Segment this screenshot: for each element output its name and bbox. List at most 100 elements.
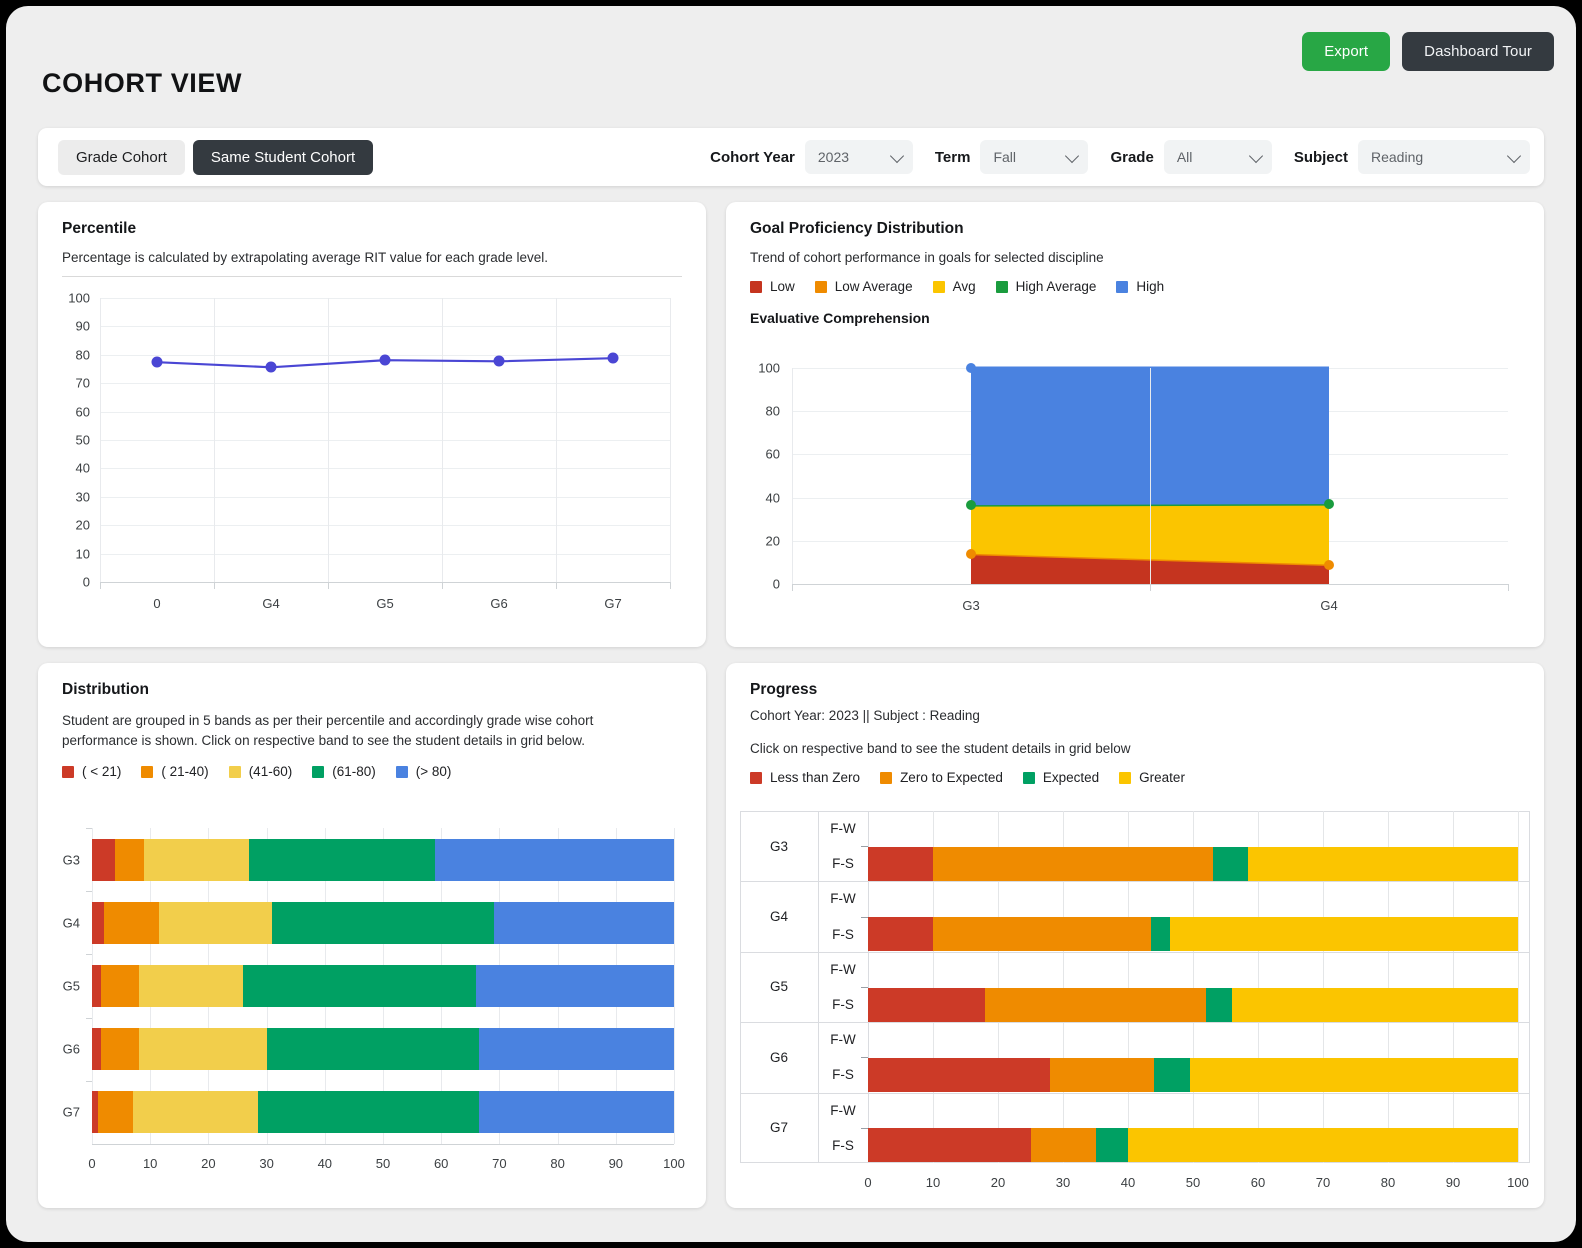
bar-segment-Expected[interactable] [1095, 1128, 1128, 1163]
percentile-chart[interactable]: 0 10 20 30 40 50 60 70 80 90 100 0 G4 G5 G6 G7 [52, 288, 682, 618]
progress-legend-item[interactable]: Zero to Expected [880, 770, 1003, 785]
bar-segment-(61-80)[interactable] [272, 901, 494, 944]
bar-segment-Greater[interactable] [1232, 987, 1518, 1022]
goal-area-series [970, 366, 1330, 584]
bar-segment-( < 21)[interactable] [92, 838, 116, 881]
bar-segment-Expected[interactable] [1150, 917, 1171, 952]
progress-legend-item[interactable]: Less than Zero [750, 770, 860, 785]
subject-select[interactable]: Reading [1358, 140, 1530, 174]
bar-segment-(> 80)[interactable] [479, 1091, 674, 1134]
goal-legend-item[interactable]: Low Average [814, 279, 913, 294]
top-actions: Export Dashboard Tour [1302, 32, 1554, 71]
bar-segment-Zero to Expected[interactable] [1050, 1058, 1154, 1092]
bar-segment-(61-80)[interactable] [243, 965, 477, 1007]
table-row [92, 965, 674, 1007]
bar-segment-Greater[interactable] [1189, 1058, 1518, 1092]
distribution-legend-item[interactable]: (61-80) [312, 764, 376, 779]
distribution-legend-item[interactable]: (> 80) [395, 764, 451, 779]
legend-label: Zero to Expected [900, 770, 1003, 785]
goal-legend-item[interactable]: High Average [995, 279, 1096, 294]
bar-segment-Expected[interactable] [1154, 1058, 1190, 1092]
subrow-label: F-W [830, 821, 856, 837]
grade-cohort-toggle[interactable]: Grade Cohort [58, 139, 185, 175]
legend-label: Avg [952, 279, 976, 294]
bar-segment-( < 21)[interactable] [92, 1028, 101, 1071]
data-point[interactable] [493, 355, 505, 367]
x-tick-label: 10 [142, 1156, 158, 1171]
bar-segment-Zero to Expected[interactable] [985, 987, 1206, 1022]
bar-segment-Expected[interactable] [1212, 846, 1249, 881]
page-title: COHORT VIEW [42, 68, 243, 98]
cohort-year-select[interactable]: 2023 [804, 140, 913, 174]
bar-segment-( 21-40)[interactable] [115, 838, 145, 881]
same-student-cohort-toggle[interactable]: Same Student Cohort [192, 139, 374, 175]
bar-segment-(61-80)[interactable] [257, 1091, 479, 1134]
bar-segment-Greater[interactable] [1128, 1128, 1518, 1163]
data-point[interactable] [966, 500, 976, 511]
x-tick-label: 30 [259, 1156, 274, 1171]
data-point[interactable] [1324, 499, 1334, 510]
bar-segment-(> 80)[interactable] [493, 901, 674, 944]
bar-segment-(> 80)[interactable] [479, 1028, 674, 1071]
progress-legend-item[interactable]: Greater [1119, 770, 1185, 785]
bar-segment-( 21-40)[interactable] [100, 965, 139, 1007]
filter-subject-label: Subject [1293, 148, 1348, 166]
legend-label: ( 21-40) [161, 764, 209, 780]
bar-segment-Less than Zero[interactable] [868, 1128, 1031, 1163]
bar-segment-( < 21)[interactable] [92, 965, 101, 1007]
bar-segment-Less than Zero[interactable] [868, 987, 985, 1022]
data-point[interactable] [966, 363, 976, 373]
bar-segment-Zero to Expected[interactable] [933, 846, 1213, 881]
bar-segment-(41-60)[interactable] [158, 901, 273, 944]
bar-segment-Less than Zero[interactable] [868, 1058, 1050, 1092]
distribution-chart[interactable]: 0 10 20 30 40 50 60 70 80 90 100 G3 G4 G5 G6 G7 [52, 818, 692, 1178]
data-point[interactable] [379, 354, 391, 366]
table-row [868, 846, 1518, 881]
data-point[interactable] [607, 352, 619, 364]
bar-segment-(61-80)[interactable] [266, 1028, 479, 1071]
dashboard-tour-button[interactable]: Dashboard Tour [1402, 32, 1554, 71]
bar-segment-(41-60)[interactable] [138, 965, 244, 1007]
term-select[interactable]: Fall [980, 140, 1089, 174]
bar-segment-( 21-40)[interactable] [103, 901, 159, 944]
filter-cohort-year: Cohort Year 2023 [688, 140, 913, 174]
bar-segment-Less than Zero[interactable] [868, 917, 933, 952]
x-tick-label: 20 [201, 1156, 216, 1171]
bar-segment-Less than Zero[interactable] [868, 846, 933, 881]
bar-segment-(41-60)[interactable] [138, 1028, 267, 1071]
data-point[interactable] [151, 356, 163, 368]
legend-swatch [1119, 771, 1132, 784]
grade-select[interactable]: All [1163, 140, 1272, 174]
bar-segment-Greater[interactable] [1248, 846, 1518, 881]
distribution-legend-item[interactable]: (41-60) [228, 764, 292, 779]
bar-segment-(41-60)[interactable] [132, 1091, 258, 1134]
bar-segment-(> 80)[interactable] [476, 965, 674, 1007]
bar-segment-( 21-40)[interactable] [100, 1028, 139, 1071]
x-axis [92, 1144, 674, 1145]
export-button[interactable]: Export [1302, 32, 1391, 71]
data-point[interactable] [966, 548, 976, 559]
data-point[interactable] [265, 361, 277, 373]
bar-segment-( < 21)[interactable] [92, 901, 104, 944]
goal-legend-item[interactable]: High [1116, 279, 1164, 294]
distribution-legend-item[interactable]: ( < 21) [62, 764, 121, 779]
legend-swatch [1116, 280, 1129, 293]
progress-chart[interactable]: 0 10 20 30 40 50 60 70 80 90 100 G3 F-W F-S G4 F-W F-S G5… [740, 807, 1530, 1197]
bar-segment-Zero to Expected[interactable] [1030, 1128, 1096, 1163]
percentile-card: Percentile Percentage is calculated by e… [38, 202, 706, 647]
bar-segment-(> 80)[interactable] [435, 838, 674, 881]
bar-segment-Greater[interactable] [1170, 917, 1518, 952]
data-point[interactable] [1324, 559, 1334, 570]
bar-segment-Zero to Expected[interactable] [933, 917, 1151, 952]
goal-proficiency-chart[interactable]: 0 20 40 60 80 100 G3 G4 [740, 354, 1530, 624]
goal-legend-item[interactable]: Low [750, 279, 795, 294]
bar-segment-( 21-40)[interactable] [97, 1091, 133, 1134]
progress-legend-item[interactable]: Expected [1022, 770, 1099, 785]
goal-legend-item[interactable]: Avg [932, 279, 976, 294]
goal-proficiency-card: Goal Proficiency Distribution Trend of c… [726, 202, 1544, 647]
bar-segment-(41-60)[interactable] [144, 838, 250, 881]
bar-segment-(61-80)[interactable] [249, 838, 436, 881]
table-row [868, 917, 1518, 952]
bar-segment-Expected[interactable] [1206, 987, 1232, 1022]
distribution-legend-item[interactable]: ( 21-40) [141, 764, 209, 780]
